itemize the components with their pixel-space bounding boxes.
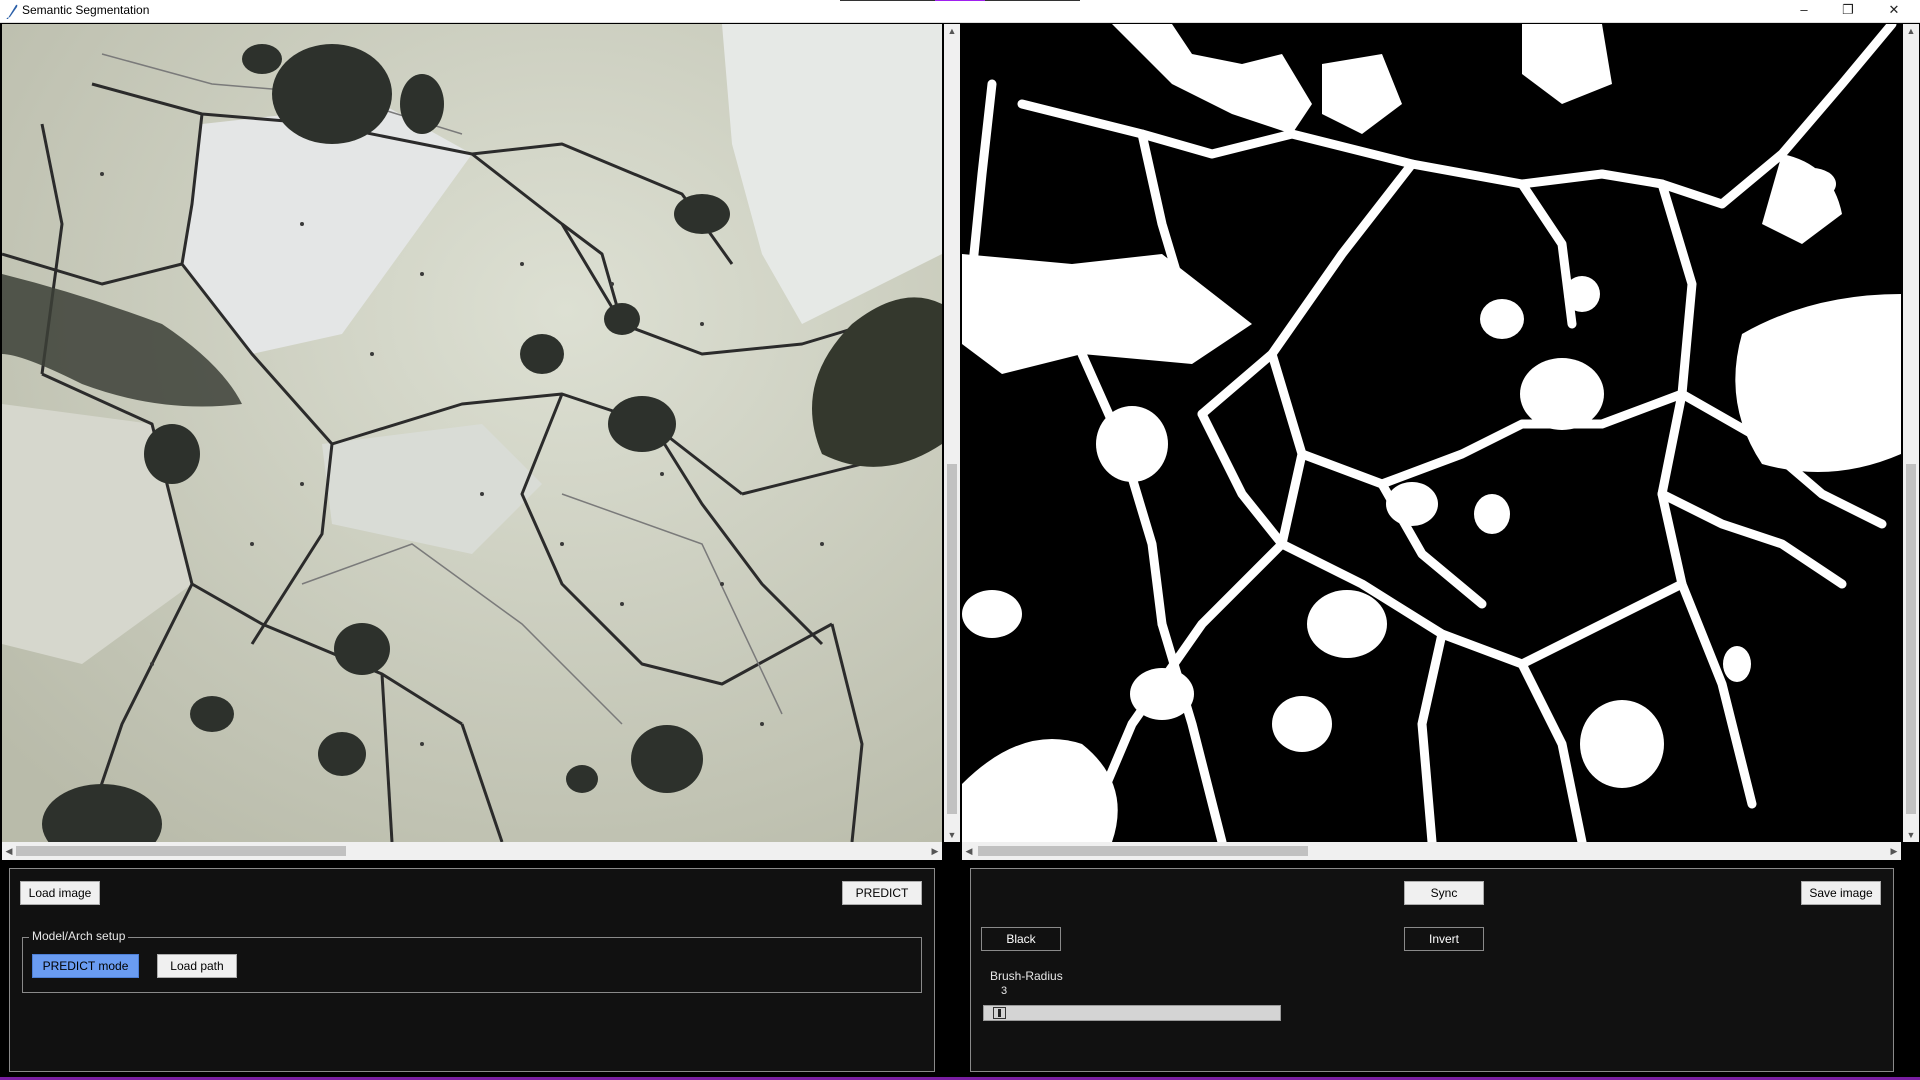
segmentation-mask-image: [962, 24, 1901, 842]
scroll-down-arrow-icon[interactable]: ▼: [944, 828, 960, 842]
left-pane-horizontal-scrollbar[interactable]: ◀ ▶: [2, 842, 942, 860]
sync-button[interactable]: Sync: [1404, 881, 1484, 905]
left-pane-vertical-scrollbar[interactable]: ▲ ▼: [944, 24, 960, 842]
load-path-button[interactable]: Load path: [157, 954, 237, 978]
title-bar: Semantic Segmentation – ❐ ✕: [0, 0, 1920, 23]
scroll-left-arrow-icon[interactable]: ◀: [2, 842, 16, 860]
predict-mode-button[interactable]: PREDICT mode: [32, 954, 139, 978]
save-image-button[interactable]: Save image: [1801, 881, 1881, 905]
scrollbar-thumb[interactable]: [16, 846, 346, 856]
invert-button[interactable]: Invert: [1404, 927, 1484, 951]
scroll-up-arrow-icon[interactable]: ▲: [1903, 24, 1919, 38]
scrollbar-thumb[interactable]: [1906, 464, 1916, 814]
mask-image-canvas[interactable]: [962, 24, 1901, 842]
scroll-right-arrow-icon[interactable]: ▶: [1887, 842, 1901, 860]
right-pane-vertical-scrollbar[interactable]: ▲ ▼: [1903, 24, 1919, 842]
model-control-panel: Load image PREDICT Model/Arch setup PRED…: [9, 868, 935, 1072]
brush-color-button[interactable]: Black: [981, 927, 1061, 951]
brush-radius-slider[interactable]: [983, 1005, 1281, 1021]
feather-icon: [6, 4, 18, 19]
brush-radius-value: 3: [1001, 985, 1008, 997]
scrollbar-thumb[interactable]: [947, 464, 957, 814]
right-pane-horizontal-scrollbar[interactable]: ◀ ▶: [962, 842, 1901, 860]
scroll-up-arrow-icon[interactable]: ▲: [944, 24, 960, 38]
close-button[interactable]: ✕: [1872, 0, 1916, 22]
scroll-left-arrow-icon[interactable]: ◀: [962, 842, 976, 860]
scroll-right-arrow-icon[interactable]: ▶: [928, 842, 942, 860]
mask-control-panel: Sync Save image Black Invert Brush-Radiu…: [970, 868, 1894, 1072]
title-accent-highlight: [935, 0, 985, 1]
minimize-button[interactable]: –: [1782, 0, 1826, 22]
slider-handle[interactable]: [993, 1007, 1006, 1019]
brush-radius-label: Brush-Radius: [990, 969, 1063, 983]
window-title: Semantic Segmentation: [22, 3, 150, 17]
maximize-button[interactable]: ❐: [1826, 0, 1870, 22]
scrollbar-thumb[interactable]: [978, 846, 1308, 856]
scroll-down-arrow-icon[interactable]: ▼: [1903, 828, 1919, 842]
predict-button[interactable]: PREDICT: [842, 881, 922, 905]
load-image-button[interactable]: Load image: [20, 881, 100, 905]
source-image-canvas[interactable]: [2, 24, 942, 842]
micrograph-image: [2, 24, 942, 842]
group-title: Model/Arch setup: [29, 929, 129, 943]
model-arch-setup-group: Model/Arch setup PREDICT mode Load path: [22, 929, 922, 993]
